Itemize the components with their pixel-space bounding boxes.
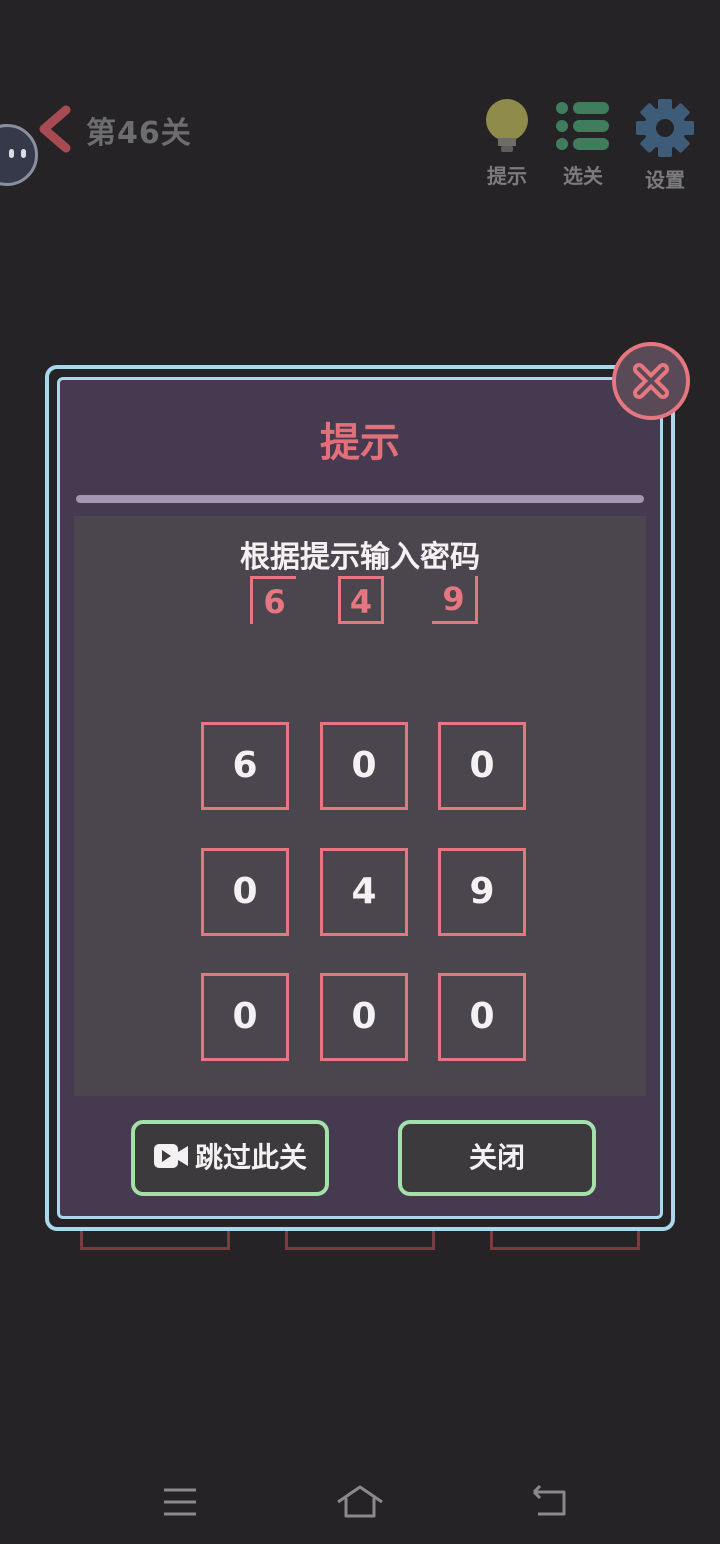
chevron-left-icon	[39, 105, 71, 153]
keypad-key[interactable]: 6	[201, 722, 289, 810]
keypad-key[interactable]: 0	[320, 722, 408, 810]
settings-button[interactable]: 设置	[629, 98, 701, 193]
avatar-eye	[9, 149, 14, 158]
dialog-title: 提示	[320, 420, 400, 466]
skip-level-button[interactable]: 跳过此关	[131, 1120, 329, 1196]
close-button[interactable]: 关闭	[398, 1120, 596, 1196]
close-icon	[633, 363, 669, 399]
keypad-key[interactable]: 0	[320, 973, 408, 1061]
instruction-text: 根据提示输入密码	[240, 540, 480, 575]
avatar[interactable]	[0, 124, 38, 186]
level-select-button[interactable]: 选关	[547, 98, 619, 189]
hint-button-label: 提示	[487, 164, 527, 188]
menu-icon[interactable]	[162, 1484, 198, 1524]
settings-label: 设置	[645, 168, 685, 192]
keypad-key[interactable]: 0	[438, 722, 526, 810]
keypad-key[interactable]: 0	[438, 973, 526, 1061]
keypad-key[interactable]: 0	[201, 973, 289, 1061]
close-dialog-button[interactable]	[612, 342, 690, 420]
hint-digit: 9	[432, 576, 478, 624]
hint-dialog: 提示 根据提示输入密码 6 4 9 6 0 0 0 4 9 0 0 0 跳过此关…	[45, 365, 675, 1231]
hint-button[interactable]: 提示	[471, 98, 543, 189]
skip-level-label: 跳过此关	[194, 1141, 307, 1174]
hint-digit: 4	[338, 576, 384, 624]
home-icon[interactable]	[336, 1484, 384, 1524]
hint-digit: 6	[250, 576, 296, 624]
level-select-label: 选关	[563, 164, 603, 188]
back-nav-icon[interactable]	[530, 1484, 568, 1524]
keypad-key[interactable]: 9	[438, 848, 526, 936]
list-icon	[556, 102, 609, 150]
video-icon	[153, 1144, 188, 1168]
avatar-eye	[21, 149, 26, 158]
hint-panel: 根据提示输入密码 6 4 9 6 0 0 0 4 9 0 0 0	[74, 516, 646, 1096]
lightbulb-icon	[486, 99, 528, 152]
keypad-key[interactable]: 0	[201, 848, 289, 936]
dialog-body: 提示 根据提示输入密码 6 4 9 6 0 0 0 4 9 0 0 0 跳过此关…	[57, 377, 663, 1219]
back-button[interactable]	[34, 104, 74, 154]
level-title: 第46关	[86, 116, 192, 151]
divider	[76, 495, 644, 503]
gear-icon	[636, 99, 694, 157]
keypad-key[interactable]: 4	[320, 848, 408, 936]
